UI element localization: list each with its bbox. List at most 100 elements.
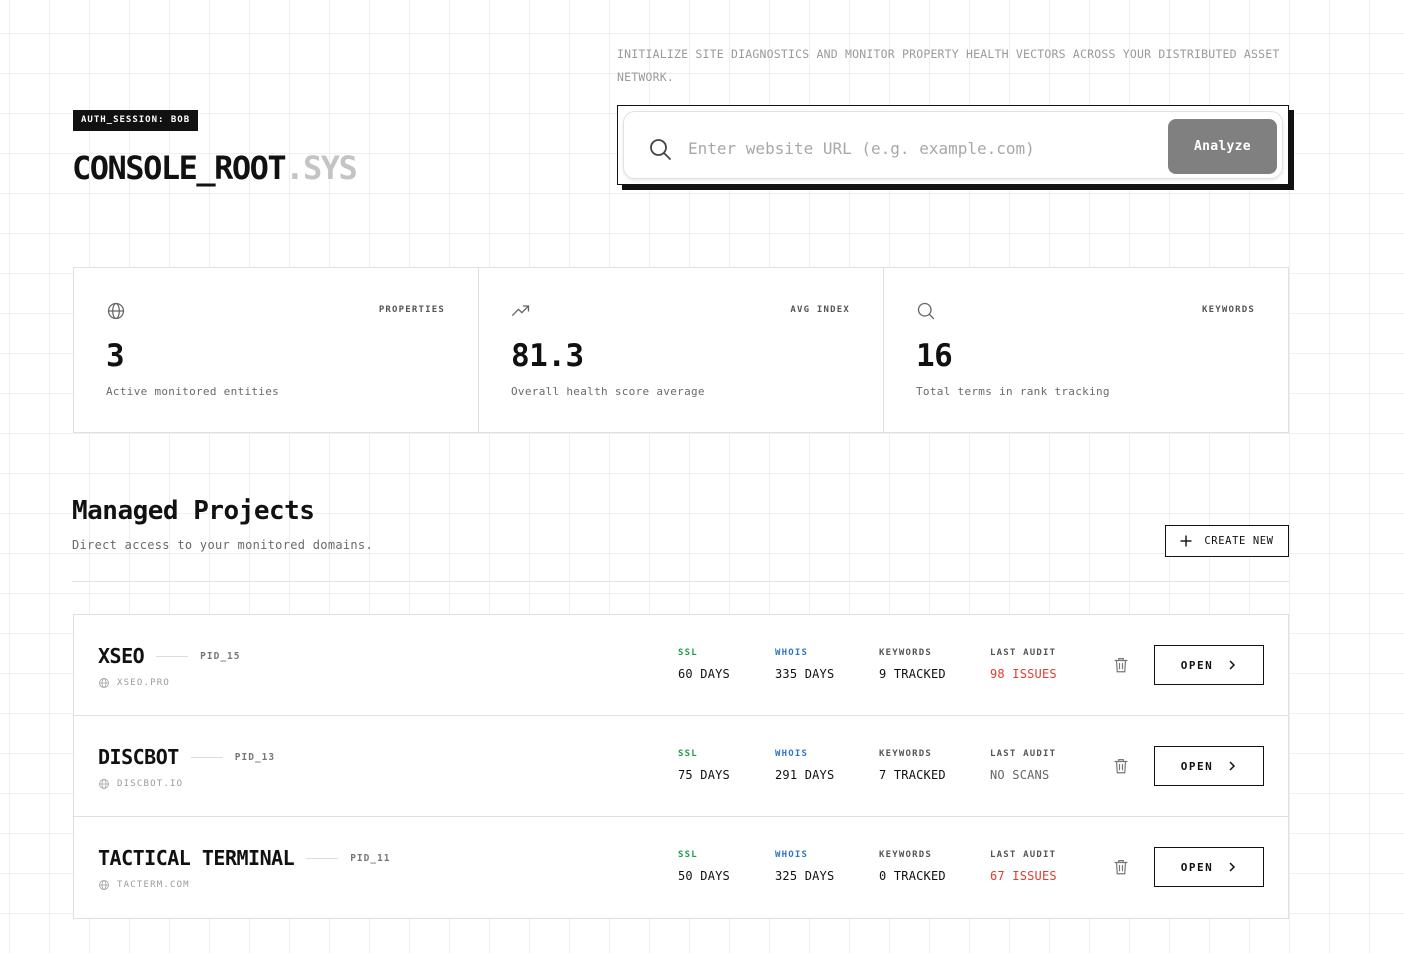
whois-label: WHOIS (775, 850, 809, 860)
brand-suffix: .SYS (285, 149, 358, 187)
keywords-metric: KEYWORDS 9 TRACKED (879, 648, 946, 681)
search-icon (650, 139, 671, 160)
last-audit-label: LAST AUDIT (990, 749, 1057, 759)
trending-up-icon (511, 305, 530, 316)
dashboard-page: AUTH_SESSION: BOB CONSOLE_ROOT.SYS INITI… (0, 0, 1404, 953)
create-new-label: CREATE NEW (1204, 535, 1274, 547)
divider-line (190, 756, 223, 758)
stat-description: Active monitored entities (106, 385, 280, 398)
search-bar: Analyze (623, 111, 1283, 179)
ssl-value: 50 DAYS (678, 869, 730, 883)
session-badge: AUTH_SESSION: BOB (73, 110, 199, 131)
analyze-button[interactable]: Analyze (1168, 119, 1277, 174)
keywords-metric: KEYWORDS 0 TRACKED (879, 850, 946, 883)
ssl-metric: SSL 60 DAYS (678, 648, 730, 681)
ssl-metric: SSL 75 DAYS (678, 749, 730, 782)
whois-value: 325 DAYS (775, 869, 835, 883)
project-heading: XSEO PID_15 (98, 644, 241, 668)
keywords-metric: KEYWORDS 7 TRACKED (879, 749, 946, 782)
last-audit-metric: LAST AUDIT 67 ISSUES (990, 850, 1057, 883)
stat-label: PROPERTIES (378, 305, 445, 315)
open-label: OPEN (1180, 658, 1214, 672)
ssl-label: SSL (678, 749, 698, 759)
section-subtitle: Direct access to your monitored domains. (72, 538, 373, 552)
globe-icon (99, 678, 109, 688)
projects-list: XSEO PID_15 XSEO.PRO SSL 60 DAYS WHOIS 3… (73, 614, 1289, 919)
whois-value: 291 DAYS (775, 768, 835, 782)
section-title: Managed Projects (72, 496, 315, 526)
project-row: DISCBOT PID_13 DISCBOT.IO SSL 75 DAYS WH… (74, 716, 1288, 817)
last-audit-value: 67 ISSUES (990, 869, 1057, 883)
intro-text: INITIALIZE SITE DIAGNOSTICS AND MONITOR … (617, 47, 1280, 84)
keywords-label: KEYWORDS (879, 749, 932, 759)
stat-description: Overall health score average (511, 385, 705, 398)
project-id: PID_11 (350, 852, 391, 864)
stat-avg-index: AVG INDEX 81.3 Overall health score aver… (479, 268, 884, 432)
whois-value: 335 DAYS (775, 667, 835, 681)
url-search-input[interactable] (688, 129, 1158, 167)
divider (72, 581, 1289, 582)
project-name: DISCBOT (98, 745, 179, 769)
domain-text: XSEO.PRO (117, 678, 170, 688)
search-panel: Analyze (617, 105, 1289, 185)
trash-icon[interactable] (1112, 858, 1130, 876)
whois-metric: WHOIS 325 DAYS (775, 850, 834, 883)
open-project-button[interactable]: OPEN (1154, 847, 1264, 887)
stat-keywords: KEYWORDS 16 Total terms in rank tracking (884, 268, 1288, 432)
domain-text: TACTERM.COM (117, 880, 190, 890)
stat-label: AVG INDEX (790, 305, 850, 315)
last-audit-value: NO SCANS (990, 768, 1050, 782)
last-audit-value: 98 ISSUES (990, 667, 1057, 681)
globe-icon (99, 880, 109, 890)
stat-value: 3 (106, 338, 125, 374)
ssl-value: 60 DAYS (678, 667, 730, 681)
whois-label: WHOIS (775, 648, 809, 658)
project-row: XSEO PID_15 XSEO.PRO SSL 60 DAYS WHOIS 3… (74, 615, 1288, 716)
open-project-button[interactable]: OPEN (1154, 645, 1264, 685)
last-audit-label: LAST AUDIT (990, 648, 1057, 658)
open-project-button[interactable]: OPEN (1154, 746, 1264, 786)
create-new-button[interactable]: CREATE NEW (1165, 525, 1289, 557)
project-domain: DISCBOT.IO (98, 778, 183, 790)
project-heading: DISCBOT PID_13 (98, 745, 275, 769)
project-id: PID_13 (234, 751, 276, 763)
keywords-label: KEYWORDS (879, 648, 932, 658)
chevron-right-icon (1229, 862, 1236, 872)
divider-line (156, 655, 189, 657)
globe-icon (99, 779, 109, 789)
project-id: PID_15 (200, 650, 241, 662)
open-label: OPEN (1180, 759, 1214, 773)
project-domain: XSEO.PRO (98, 677, 170, 689)
trash-icon[interactable] (1112, 656, 1130, 674)
ssl-label: SSL (678, 850, 698, 860)
divider-line (306, 857, 339, 859)
chevron-right-icon (1229, 761, 1236, 771)
keywords-label: KEYWORDS (879, 850, 932, 860)
keywords-value: 7 TRACKED (879, 768, 946, 782)
stats-panel: PROPERTIES 3 Active monitored entities A… (73, 267, 1289, 433)
brand-main: CONSOLE_ROOT (72, 149, 287, 187)
ssl-metric: SSL 50 DAYS (678, 850, 730, 883)
whois-label: WHOIS (775, 749, 809, 759)
keywords-value: 9 TRACKED (879, 667, 946, 681)
last-audit-metric: LAST AUDIT 98 ISSUES (990, 648, 1057, 681)
stat-description: Total terms in rank tracking (916, 385, 1110, 398)
trash-icon[interactable] (1112, 757, 1130, 775)
stat-value: 81.3 (511, 338, 584, 374)
open-label: OPEN (1180, 860, 1214, 874)
last-audit-label: LAST AUDIT (990, 850, 1057, 860)
stat-properties: PROPERTIES 3 Active monitored entities (74, 268, 479, 432)
stat-value: 16 (916, 338, 953, 374)
plus-icon (1180, 535, 1192, 547)
project-row: TACTICAL TERMINAL PID_11 TACTERM.COM SSL… (74, 817, 1288, 918)
project-name: TACTICAL TERMINAL (98, 846, 295, 870)
chevron-right-icon (1229, 660, 1236, 670)
whois-metric: WHOIS 291 DAYS (775, 749, 834, 782)
domain-text: DISCBOT.IO (117, 779, 184, 789)
whois-metric: WHOIS 335 DAYS (775, 648, 834, 681)
globe-icon (107, 302, 125, 320)
project-heading: TACTICAL TERMINAL PID_11 (98, 846, 391, 870)
project-domain: TACTERM.COM (98, 879, 190, 891)
ssl-value: 75 DAYS (678, 768, 730, 782)
ssl-label: SSL (678, 648, 698, 658)
